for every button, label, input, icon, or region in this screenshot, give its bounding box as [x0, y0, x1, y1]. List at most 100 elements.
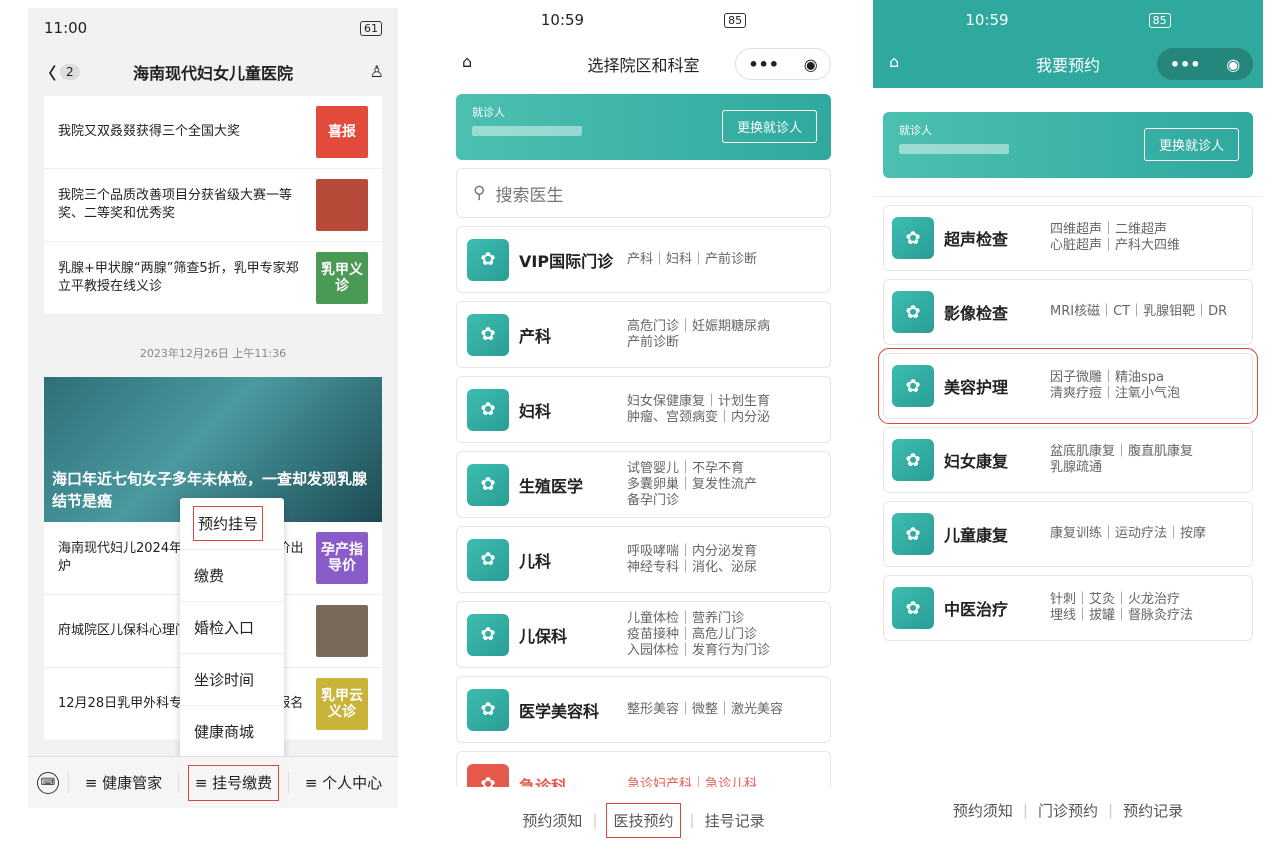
department-desc-line: 肿瘤、宫颈病变｜内分泌: [627, 409, 771, 425]
vip-icon: ✿: [467, 238, 509, 281]
publish-date: 2023年12月26日 上午11:36: [139, 347, 287, 360]
status-battery: 85: [1148, 12, 1171, 28]
more-icon[interactable]: •••: [1170, 55, 1201, 74]
tab-health[interactable]: ≡ 健康管家: [68, 772, 178, 793]
reproductive-icon: ✿: [467, 463, 509, 506]
page-title: 我要预约: [1035, 56, 1100, 75]
news-item[interactable]: 我院又双叒叕获得三个全国大奖 喜报: [44, 96, 382, 169]
child-care-icon: ✿: [467, 613, 509, 656]
department-desc-line: 乳腺疏通: [1050, 460, 1103, 475]
link-register-records[interactable]: 挂号记录: [705, 810, 765, 831]
department-item[interactable]: ✿ 产科 高危门诊｜妊娠期糖尿病 产前诊断: [456, 301, 831, 368]
menu-item[interactable]: 婚检入口: [180, 602, 284, 654]
more-icon[interactable]: •••: [748, 55, 779, 74]
department-desc-line: 疫苗接种｜高危儿门诊: [627, 626, 758, 642]
select-department-screen: 10:59 85 ⌂ 选择院区和科室 ••• ◉ 就诊人 更换就诊人 ⚲ 搜索医生 …: [446, 0, 841, 853]
department-item[interactable]: ✿ 中医治疗 针刺｜艾灸｜火龙治疗 埋线｜拔罐｜督脉灸疗法: [883, 575, 1253, 641]
change-patient-button[interactable]: 更换就诊人: [721, 110, 817, 143]
divider: [873, 196, 1263, 197]
department-desc-line: 神经专科｜消化、泌尿: [627, 559, 758, 575]
popup-menu: 预约挂号缴费婚检入口坐诊时间健康商城: [180, 498, 284, 758]
chevron-left-icon: 〈: [40, 64, 57, 83]
home-icon[interactable]: ⌂: [462, 52, 472, 71]
department-desc-line: 心脏超声｜产科大四维: [1050, 238, 1181, 253]
menu-item[interactable]: 健康商城: [180, 706, 284, 758]
department-desc: MRI核磁｜CT｜乳腺钼靶｜DR: [1050, 304, 1227, 320]
menu-item[interactable]: 预约挂号: [180, 498, 284, 550]
department-item[interactable]: ✿ 生殖医学 试管婴儿｜不孕不育 多囊卵巢｜复发性流产 备孕门诊: [456, 451, 831, 518]
cosmetic-icon: ✿: [467, 688, 509, 731]
user-icon[interactable]: ♙: [370, 62, 384, 81]
link-outpatient-appointment[interactable]: 门诊预约: [1038, 800, 1098, 821]
news-thumbnail: 乳甲云义诊: [316, 678, 368, 730]
appointment-screen: 10:59 85 ⌂ 我要预约 ••• ◉ 就诊人 更换就诊人 ✿ 超声检查 四维超声…: [873, 0, 1263, 853]
department-desc-line: MRI核磁｜CT｜乳腺钼靶｜DR: [1050, 304, 1228, 319]
department-item[interactable]: ✿ 影像检查 MRI核磁｜CT｜乳腺钼靶｜DR: [883, 279, 1253, 345]
link-tech-appointment[interactable]: 医技预约: [606, 802, 681, 838]
department-desc: 盆底肌康复｜腹直肌康复 乳腺疏通: [1050, 444, 1193, 476]
department-desc-line: 埋线｜拔罐｜督脉灸疗法: [1050, 608, 1194, 623]
menu-item-label: 健康商城: [194, 723, 255, 741]
home-icon[interactable]: ⌂: [889, 52, 899, 71]
patient-info-blurred: [472, 126, 582, 136]
close-circle-icon[interactable]: ◉: [1226, 55, 1240, 74]
bottom-links: 预约须知 | 医技预约 | 挂号记录: [446, 787, 841, 853]
status-time: 11:00: [44, 19, 88, 37]
menu-item-label: 缴费: [194, 567, 225, 585]
department-item[interactable]: ✿ VIP国际门诊 产科｜妇科｜产前诊断: [456, 226, 831, 293]
bottom-links: 预约须知 | 门诊预约 | 预约记录: [873, 777, 1263, 843]
tab-profile[interactable]: ≡ 个人中心: [288, 772, 398, 793]
obstetrics-icon: ✿: [467, 313, 509, 356]
tab-register-pay[interactable]: ≡ 挂号缴费: [178, 765, 288, 801]
tab-register-pay-label: ≡ 挂号缴费: [187, 765, 280, 801]
keyboard-icon[interactable]: ⌨: [28, 771, 68, 794]
mini-program-capsule: ••• ◉: [1157, 48, 1253, 80]
department-desc: 针刺｜艾灸｜火龙治疗 埋线｜拔罐｜督脉灸疗法: [1050, 592, 1193, 624]
department-name: 儿科: [519, 551, 552, 571]
news-title: 我院三个品质改善项目分获省级大赛一等奖、二等奖和优秀奖: [58, 188, 293, 221]
header: 10:59 85 ⌂ 我要预约 ••• ◉: [873, 0, 1263, 88]
department-item[interactable]: ✿ 妇女康复 盆底肌康复｜腹直肌康复 乳腺疏通: [883, 427, 1253, 493]
department-desc-line: 试管婴儿｜不孕不育: [627, 460, 745, 476]
department-desc-line: 产科｜妇科｜产前诊断: [627, 251, 758, 267]
department-desc: 高危门诊｜妊娠期糖尿病 产前诊断: [627, 319, 770, 351]
back-button[interactable]: 〈 2: [40, 60, 80, 84]
menu-item[interactable]: 缴费: [180, 550, 284, 602]
department-desc-line: 产前诊断: [627, 334, 680, 350]
link-notice[interactable]: 预约须知: [953, 800, 1013, 821]
bottom-menu-bar: ⌨ ≡ 健康管家 ≡ 挂号缴费 ≡ 个人中心: [28, 756, 398, 808]
link-appointment-records[interactable]: 预约记录: [1123, 800, 1183, 821]
department-desc-line: 备孕门诊: [627, 492, 680, 508]
change-patient-button[interactable]: 更换就诊人: [1143, 128, 1239, 161]
department-item[interactable]: ✿ 妇科 妇女保健康复｜计划生育 肿瘤、宫颈病变｜内分泌: [456, 376, 831, 443]
close-circle-icon[interactable]: ◉: [804, 55, 818, 74]
department-desc: 四维超声｜二维超声 心脏超声｜产科大四维: [1050, 222, 1180, 254]
menu-item[interactable]: 坐诊时间: [180, 654, 284, 706]
service-list: ✿ 超声检查 四维超声｜二维超声 心脏超声｜产科大四维 ✿ 影像检查 MRI核磁｜CT｜乳腺…: [873, 205, 1263, 641]
department-item[interactable]: ✿ 医学美容科 整形美容｜微整｜激光美容: [456, 676, 831, 743]
patient-card: 就诊人 更换就诊人: [456, 94, 831, 160]
department-desc-line: 针刺｜艾灸｜火龙治疗: [1050, 592, 1181, 607]
department-name: 儿保科: [519, 626, 568, 646]
news-item[interactable]: 乳腺+甲状腺“两腺”筛查5折，乳甲专家郑立平教授在线义诊 乳甲义诊: [44, 242, 382, 315]
news-thumbnail: 喜报: [316, 106, 368, 158]
department-item[interactable]: ✿ 儿保科 儿童体检｜营养门诊 疫苗接种｜高危儿门诊 入园体检｜发育行为门诊: [456, 601, 831, 668]
department-item[interactable]: ✿ 儿童康复 康复训练｜运动疗法｜按摩: [883, 501, 1253, 567]
department-desc: 因子微雕｜精油spa 清爽疗痘｜注氧小气泡: [1050, 370, 1180, 402]
department-item[interactable]: ✿ 儿科 呼吸哮喘｜内分泌发育 神经专科｜消化、泌尿: [456, 526, 831, 593]
department-item[interactable]: ✿ 超声检查 四维超声｜二维超声 心脏超声｜产科大四维: [883, 205, 1253, 271]
department-desc-line: 呼吸哮喘｜内分泌发育: [627, 543, 758, 559]
search-input[interactable]: 搜索医生: [495, 181, 563, 206]
department-item[interactable]: ✿ 美容护理 因子微雕｜精油spa 清爽疗痘｜注氧小气泡: [878, 348, 1258, 424]
department-desc-line: 盆底肌康复｜腹直肌康复: [1050, 444, 1194, 459]
status-time: 10:59: [965, 11, 1009, 29]
department-desc: 整形美容｜微整｜激光美容: [627, 702, 783, 718]
link-notice[interactable]: 预约须知: [522, 810, 582, 831]
news-title: 乳腺+甲状腺“两腺”筛查5折，乳甲专家郑立平教授在线义诊: [58, 261, 299, 294]
page-title: 海南现代妇女儿童医院: [132, 64, 293, 83]
news-item[interactable]: 我院三个品质改善项目分获省级大赛一等奖、二等奖和优秀奖: [44, 169, 382, 242]
doctor-search[interactable]: ⚲ 搜索医生: [456, 168, 831, 218]
menu-item-label: 坐诊时间: [194, 671, 255, 689]
department-desc-line: 四维超声｜二维超声: [1050, 222, 1168, 237]
department-name: 儿童康复: [944, 526, 1009, 545]
